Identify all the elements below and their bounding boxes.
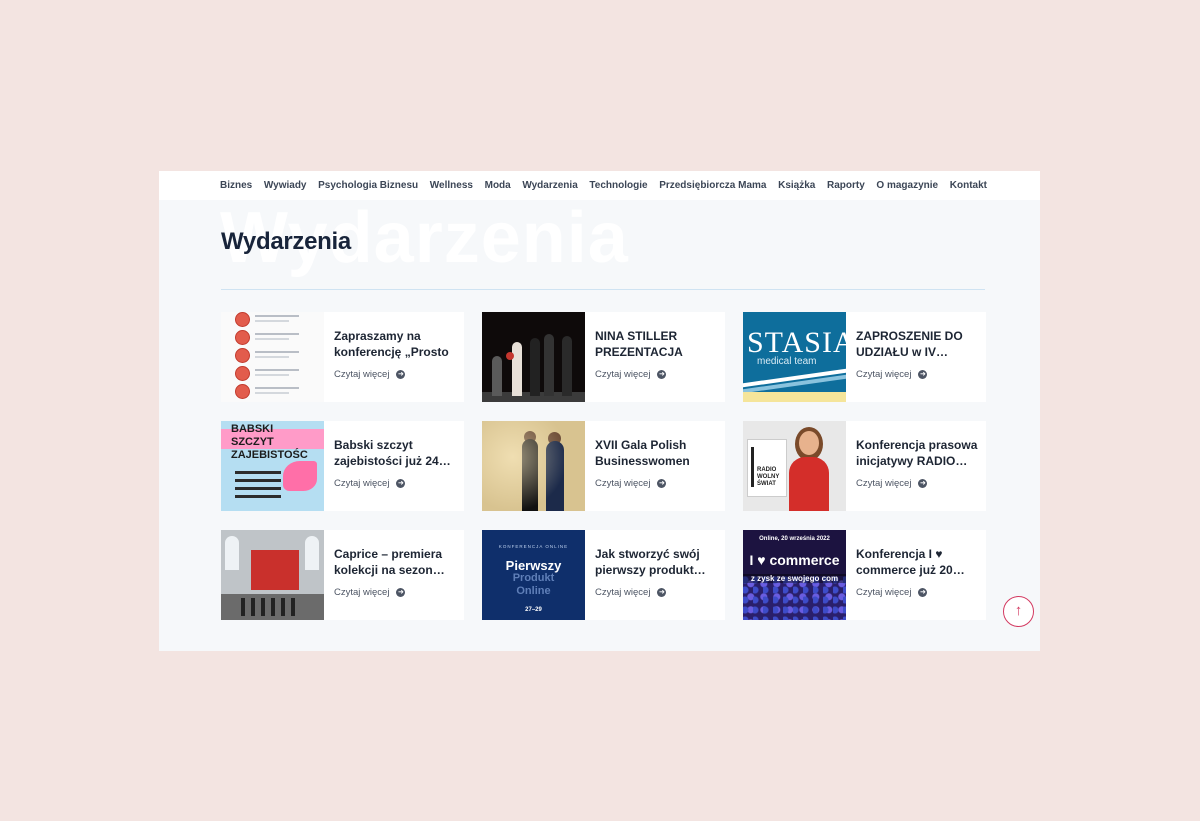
article-thumbnail[interactable]	[221, 530, 324, 620]
article-card[interactable]: STASIAK medical team ZAPROSZENIE DO UDZI…	[743, 312, 986, 402]
article-card[interactable]: BABSKI SZCZYT ZAJEBISTOŚC Babski szczyt …	[221, 421, 464, 511]
read-more-label: Czytaj więcej	[856, 369, 912, 380]
article-card[interactable]: RADIO WOLNY ŚWIAT Konferencja prasowa in…	[743, 421, 986, 511]
read-more-label: Czytaj więcej	[856, 587, 912, 598]
read-more-link[interactable]: Czytaj więcej ➜	[595, 587, 717, 598]
read-more-link[interactable]: Czytaj więcej ➜	[856, 478, 978, 489]
article-thumbnail[interactable]: RADIO WOLNY ŚWIAT	[743, 421, 846, 511]
article-thumbnail[interactable]	[221, 312, 324, 402]
nav-item-wellness[interactable]: Wellness	[430, 180, 473, 191]
nav-item-przedsiebiorcza-mama[interactable]: Przedsiębiorcza Mama	[659, 180, 766, 191]
thumbnail-small-text: Online, 20 września 2022	[759, 536, 830, 542]
nav-item-psychologia-biznesu[interactable]: Psychologia Biznesu	[318, 180, 418, 191]
article-card[interactable]: Zapraszamy na konferencję „Prosto o… Czy…	[221, 312, 464, 402]
read-more-label: Czytaj więcej	[595, 369, 651, 380]
nav-item-raporty[interactable]: Raporty	[827, 180, 865, 191]
thumbnail-text-2: z zysk ze swojego com	[743, 574, 846, 583]
article-title[interactable]: Babski szczyt zajebistości już 24…	[334, 437, 456, 469]
article-card[interactable]: KONFERENCJA ONLINE Pierwszy Produkt Onli…	[482, 530, 725, 620]
read-more-link[interactable]: Czytaj więcej ➜	[856, 587, 978, 598]
read-more-link[interactable]: Czytaj więcej ➜	[334, 587, 456, 598]
nav-item-ksiazka[interactable]: Książka	[778, 180, 815, 191]
article-title[interactable]: Zapraszamy na konferencję „Prosto o…	[334, 328, 456, 360]
arrow-right-icon: ➜	[657, 479, 667, 488]
arrow-right-icon: ➜	[396, 479, 406, 488]
article-thumbnail[interactable]: STASIAK medical team	[743, 312, 846, 402]
read-more-label: Czytaj więcej	[334, 478, 390, 489]
scroll-to-top-button[interactable]: ↑	[1003, 596, 1034, 627]
main-navigation: Biznes Wywiady Psychologia Biznesu Welln…	[159, 171, 1040, 200]
article-thumbnail[interactable]: KONFERENCJA ONLINE Pierwszy Produkt Onli…	[482, 530, 585, 620]
nav-item-biznes[interactable]: Biznes	[220, 180, 252, 191]
read-more-link[interactable]: Czytaj więcej ➜	[334, 478, 456, 489]
nav-item-kontakt[interactable]: Kontakt	[950, 180, 987, 191]
thumbnail-text: BABSKI SZCZYT ZAJEBISTOŚC	[231, 423, 308, 461]
read-more-label: Czytaj więcej	[856, 478, 912, 489]
arrow-right-icon: ➜	[657, 370, 667, 379]
arrow-right-icon: ➜	[396, 588, 406, 597]
article-card[interactable]: NINA STILLER PREZENTACJA ALBUM… Czytaj w…	[482, 312, 725, 402]
thumbnail-small-text: KONFERENCJA ONLINE	[498, 544, 569, 549]
thumbnail-date: 27–29	[525, 607, 542, 613]
article-card[interactable]: Online, 20 września 2022 I ♥ commerce z …	[743, 530, 986, 620]
article-title[interactable]: Konferencja prasowa inicjatywy RADIO…	[856, 437, 978, 469]
page-frame: Biznes Wywiady Psychologia Biznesu Welln…	[159, 171, 1040, 651]
arrow-right-icon: ➜	[657, 588, 667, 597]
article-title[interactable]: NINA STILLER PREZENTACJA ALBUM…	[595, 328, 717, 360]
arrow-right-icon: ➜	[918, 370, 928, 379]
article-title[interactable]: Konferencja I ♥ commerce już 20…	[856, 546, 978, 578]
article-grid: Zapraszamy na konferencję „Prosto o… Czy…	[221, 312, 986, 620]
thumbnail-text: Pierwszy	[505, 558, 562, 573]
nav-item-wydarzenia[interactable]: Wydarzenia	[522, 180, 577, 191]
article-thumbnail[interactable]	[482, 312, 585, 402]
article-thumbnail[interactable]: BABSKI SZCZYT ZAJEBISTOŚC	[221, 421, 324, 511]
arrow-right-icon: ➜	[396, 370, 406, 379]
article-thumbnail[interactable]: Online, 20 września 2022 I ♥ commerce z …	[743, 530, 846, 620]
arrow-right-icon: ➜	[918, 588, 928, 597]
thumbnail-brand-text: STASIAK	[747, 326, 846, 359]
read-more-label: Czytaj więcej	[595, 478, 651, 489]
article-card[interactable]: Caprice – premiera kolekcji na sezon… Cz…	[221, 530, 464, 620]
arrow-right-icon: ➜	[918, 479, 928, 488]
read-more-link[interactable]: Czytaj więcej ➜	[334, 369, 456, 380]
article-title[interactable]: Jak stworzyć swój pierwszy produkt…	[595, 546, 717, 578]
read-more-label: Czytaj więcej	[334, 587, 390, 598]
read-more-link[interactable]: Czytaj więcej ➜	[595, 478, 717, 489]
thumbnail-subtitle: medical team	[757, 356, 817, 367]
read-more-label: Czytaj więcej	[595, 587, 651, 598]
thumbnail-text: I ♥ commerce	[749, 552, 840, 568]
nav-item-moda[interactable]: Moda	[485, 180, 511, 191]
nav-item-wywiady[interactable]: Wywiady	[264, 180, 307, 191]
article-title[interactable]: Caprice – premiera kolekcji na sezon…	[334, 546, 456, 578]
divider	[221, 289, 985, 290]
article-card[interactable]: XVII Gala Polish Businesswomen Award… Cz…	[482, 421, 725, 511]
read-more-link[interactable]: Czytaj więcej ➜	[856, 369, 978, 380]
article-thumbnail[interactable]	[482, 421, 585, 511]
article-title[interactable]: XVII Gala Polish Businesswomen Award…	[595, 437, 717, 469]
thumbnail-text: RADIO WOLNY ŚWIAT	[757, 467, 780, 487]
nav-item-technologie[interactable]: Technologie	[589, 180, 647, 191]
read-more-label: Czytaj więcej	[334, 369, 390, 380]
arrow-up-icon: ↑	[1014, 602, 1023, 619]
thumbnail-text-3: Online	[516, 585, 551, 597]
page-header: Wydarzenia Wydarzenia	[159, 198, 1040, 290]
article-title[interactable]: ZAPROSZENIE DO UDZIAŁU w IV…	[856, 328, 978, 360]
page-title: Wydarzenia	[221, 228, 351, 255]
thumbnail-text-2: Produkt	[512, 572, 555, 584]
nav-item-o-magazynie[interactable]: O magazynie	[876, 180, 938, 191]
read-more-link[interactable]: Czytaj więcej ➜	[595, 369, 717, 380]
